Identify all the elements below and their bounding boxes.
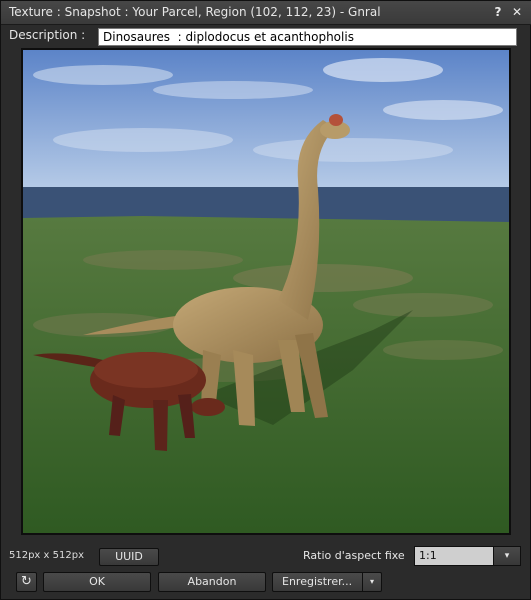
dirt-patch bbox=[353, 293, 493, 317]
cloud bbox=[383, 100, 503, 120]
window-title: Texture : Snapshot : Your Parcel, Region… bbox=[9, 5, 381, 19]
close-button[interactable]: ✕ bbox=[510, 5, 524, 19]
save-button-label: Enregistrer... bbox=[282, 575, 353, 588]
description-label: Description : bbox=[9, 28, 86, 42]
texture-preview-window: Texture : Snapshot : Your Parcel, Region… bbox=[0, 0, 531, 600]
cancel-button[interactable]: Abandon bbox=[158, 572, 266, 592]
dirt-patch bbox=[383, 340, 503, 360]
refresh-icon[interactable]: ↻ bbox=[16, 572, 37, 592]
cloud bbox=[153, 81, 313, 99]
cloud bbox=[53, 128, 233, 152]
cloud bbox=[33, 65, 173, 85]
texture-image bbox=[21, 48, 511, 535]
chevron-down-icon[interactable]: ▾ bbox=[362, 573, 381, 591]
title-bar[interactable]: Texture : Snapshot : Your Parcel, Region… bbox=[1, 1, 531, 25]
description-input[interactable] bbox=[98, 28, 517, 46]
snapshot-picture bbox=[23, 50, 509, 533]
dirt-patch bbox=[83, 250, 243, 270]
aspect-ratio-select[interactable]: 1:1 ▾ bbox=[414, 546, 521, 566]
cloud bbox=[253, 138, 453, 162]
image-dimensions: 512px x 512px bbox=[9, 550, 84, 561]
save-button[interactable]: Enregistrer... ▾ bbox=[272, 572, 382, 592]
ok-button[interactable]: OK bbox=[43, 572, 151, 592]
aspect-ratio-value: 1:1 bbox=[419, 549, 437, 562]
help-button[interactable]: ? bbox=[491, 5, 505, 19]
cloud bbox=[323, 58, 443, 82]
uuid-button[interactable]: UUID bbox=[99, 548, 159, 566]
chevron-down-icon[interactable]: ▾ bbox=[493, 547, 520, 565]
aspect-ratio-label: Ratio d'aspect fixe bbox=[303, 549, 405, 562]
